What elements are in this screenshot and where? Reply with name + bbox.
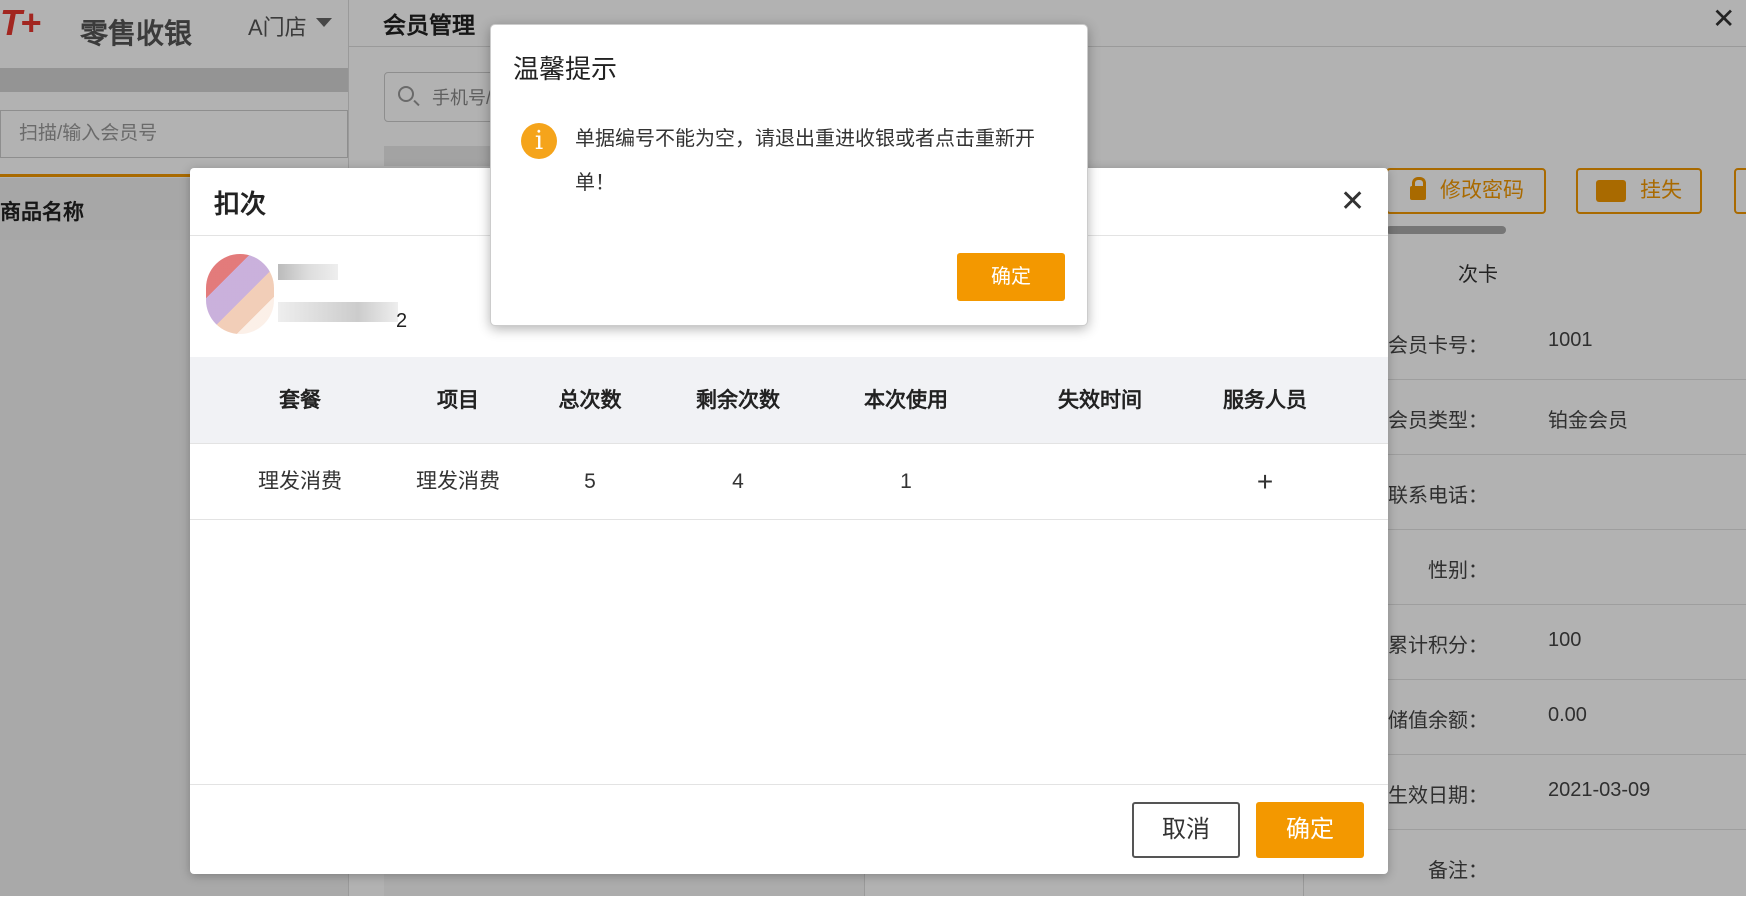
info-icon: i bbox=[521, 123, 557, 159]
plus-icon[interactable]: + bbox=[1200, 444, 1330, 520]
cell-expiry bbox=[1030, 444, 1170, 520]
cell-remaining: 4 bbox=[732, 470, 744, 493]
cell-item: 理发消费 bbox=[416, 470, 500, 493]
col-expiry: 失效时间 bbox=[1058, 389, 1142, 412]
member-name-blurred bbox=[278, 264, 338, 280]
cell-package: 理发消费 bbox=[258, 470, 342, 493]
cancel-button[interactable]: 取消 bbox=[1132, 802, 1240, 858]
col-item: 项目 bbox=[437, 389, 479, 412]
table-header: 套餐 项目 总次数 剩余次数 本次使用 失效时间 服务人员 bbox=[190, 357, 1388, 444]
alert-title: 温馨提示 bbox=[513, 54, 618, 84]
col-package: 套餐 bbox=[279, 389, 321, 412]
cell-total: 5 bbox=[584, 470, 596, 493]
avatar bbox=[206, 254, 274, 334]
table-row: 理发消费 理发消费 5 4 1 + bbox=[190, 444, 1388, 520]
member-phone-blurred bbox=[278, 302, 398, 322]
col-use: 本次使用 bbox=[864, 389, 948, 412]
close-icon[interactable]: ✕ bbox=[1340, 184, 1365, 219]
alert-message: 单据编号不能为空，请退出重进收银或者点击重新开单！ bbox=[575, 128, 1035, 194]
alert-ok-button[interactable]: 确定 bbox=[957, 253, 1065, 301]
cell-use[interactable]: 1 bbox=[846, 444, 966, 520]
member-phone-suffix: 2 bbox=[396, 310, 408, 332]
col-total: 总次数 bbox=[558, 389, 622, 412]
col-staff: 服务人员 bbox=[1223, 389, 1307, 412]
dialog-title: 扣次 bbox=[214, 189, 267, 219]
alert-dialog: 温馨提示 i 单据编号不能为空，请退出重进收银或者点击重新开单！ 确定 bbox=[490, 24, 1088, 326]
confirm-button[interactable]: 确定 bbox=[1256, 802, 1364, 858]
divider bbox=[190, 784, 1388, 785]
col-remaining: 剩余次数 bbox=[696, 389, 780, 412]
